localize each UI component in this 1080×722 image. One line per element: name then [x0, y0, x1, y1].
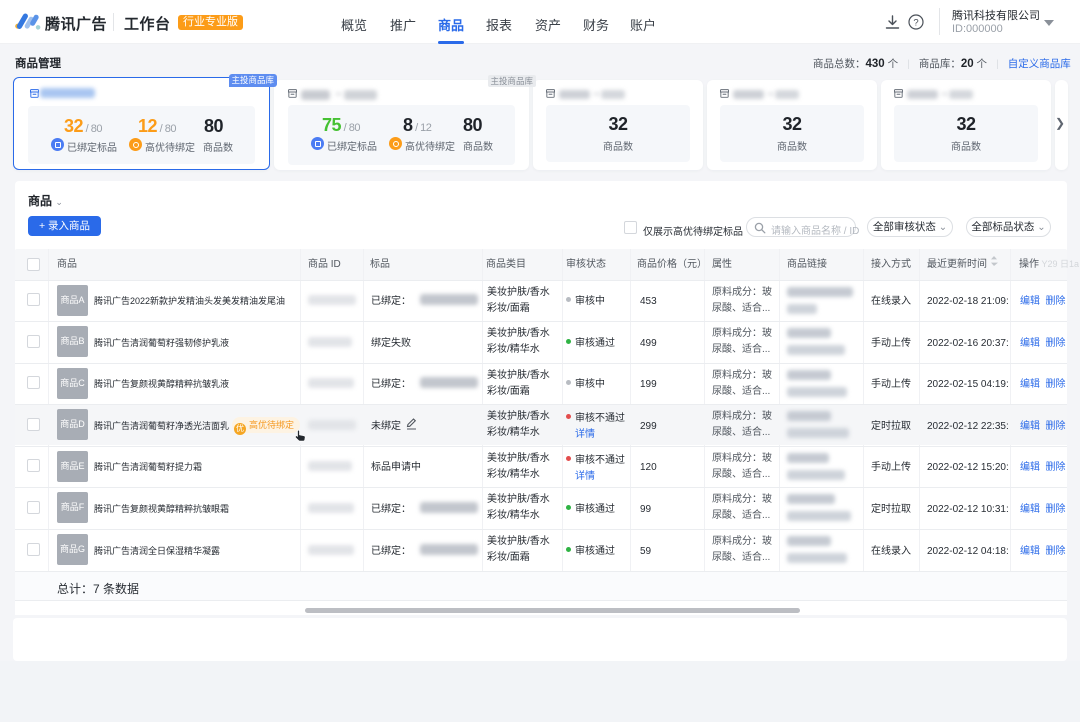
svg-text:?: ? — [913, 18, 918, 29]
